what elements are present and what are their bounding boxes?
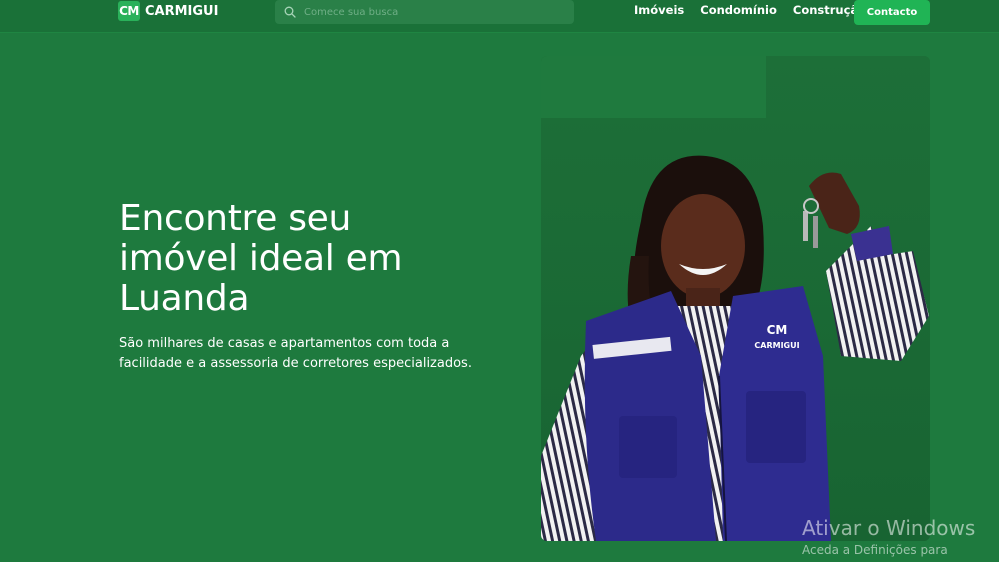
contact-button[interactable]: Contacto xyxy=(854,0,930,25)
watermark-subtitle: Aceda a Definições para xyxy=(802,543,948,557)
vest-logo-mark: CM xyxy=(767,323,788,337)
watermark-title: Ativar o Windows xyxy=(802,516,976,540)
hero-subtitle: São milhares de casas e apartamentos com… xyxy=(119,336,472,371)
vest-logo-name: CARMIGUI xyxy=(754,341,799,350)
agent-with-keys-illustration: CM CARMIGUI xyxy=(541,56,930,541)
brand-logo[interactable]: CM CARMIGUI xyxy=(118,1,218,21)
hero-photo: CM CARMIGUI xyxy=(541,56,930,541)
brand-name: CARMIGUI xyxy=(145,3,219,19)
nav-link-imoveis[interactable]: Imóveis xyxy=(634,3,684,17)
search-bar xyxy=(275,0,574,24)
main-nav: Imóveis Condomínio Construção xyxy=(634,3,866,17)
search-icon[interactable] xyxy=(284,6,296,18)
search-input[interactable] xyxy=(304,6,554,18)
top-nav-bar: CM CARMIGUI Imóveis Condomínio Construçã… xyxy=(0,0,999,33)
nav-link-condominio[interactable]: Condomínio xyxy=(700,3,777,17)
windows-activation-watermark: Ativar o Windows Aceda a Definições para xyxy=(802,515,975,559)
hero-title: Encontre seu imóvel ideal em Luanda xyxy=(119,198,403,319)
brand-logo-mark: CM xyxy=(118,1,140,21)
